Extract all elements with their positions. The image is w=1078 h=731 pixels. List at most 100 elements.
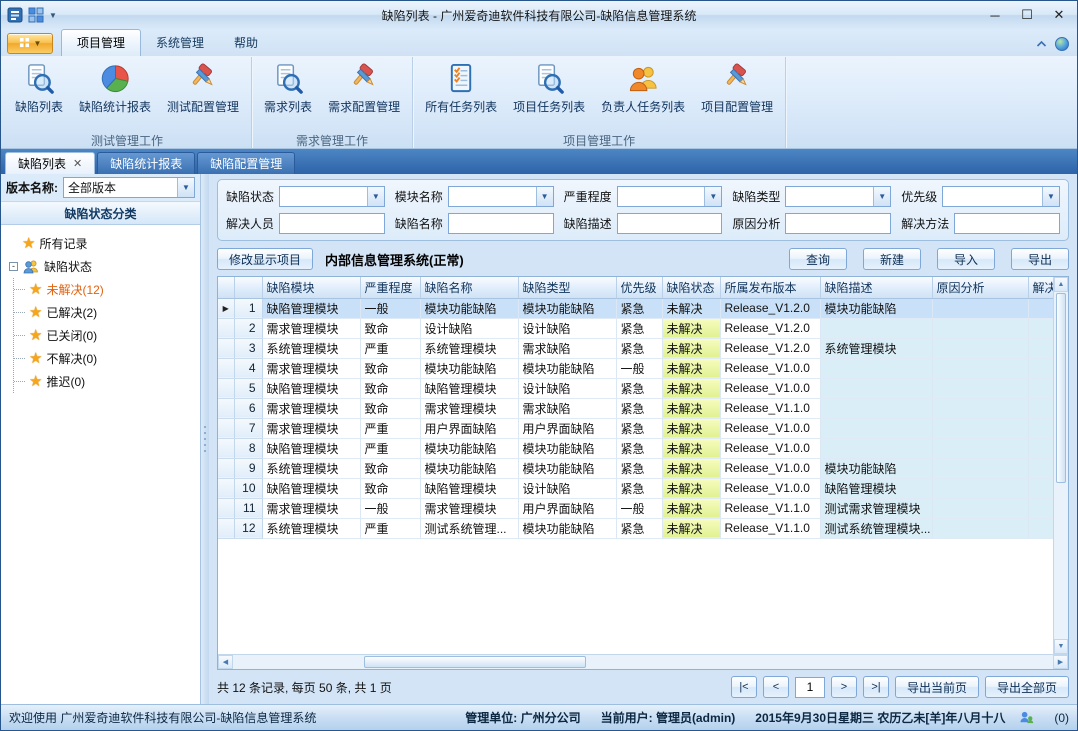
grid-cell: 缺陷管理模块 xyxy=(820,478,932,498)
column-header[interactable]: 严重程度 xyxy=(360,277,420,298)
export-all-pages-button[interactable]: 导出全部页 xyxy=(985,676,1069,698)
layout-icon[interactable] xyxy=(28,7,44,23)
ribbon-tab-help[interactable]: 帮助 xyxy=(219,30,273,56)
table-row[interactable]: ▶1缺陷管理模块一般模块功能缺陷模块功能缺陷紧急未解决Release_V1.2.… xyxy=(218,298,1053,318)
table-row[interactable]: 5缺陷管理模块致命缺陷管理模块设计缺陷紧急未解决Release_V1.0.0 xyxy=(218,378,1053,398)
owner-tasks-button[interactable]: 负责人任务列表 xyxy=(593,59,693,117)
tree-node-status[interactable]: ★已关闭(0) xyxy=(14,324,197,347)
module-name-select[interactable]: ▼ xyxy=(448,186,554,207)
scrollbar-track[interactable] xyxy=(1054,292,1068,639)
chevron-down-icon[interactable]: ▼ xyxy=(177,178,194,197)
new-button[interactable]: 新建 xyxy=(863,248,921,270)
close-button[interactable]: ✕ xyxy=(1043,3,1075,27)
resolver-input[interactable] xyxy=(279,213,385,234)
all-tasks-button[interactable]: 所有任务列表 xyxy=(417,59,505,117)
chevron-down-icon[interactable]: ▼ xyxy=(367,187,384,206)
maximize-button[interactable]: ☐ xyxy=(1011,3,1043,27)
defect-name-input[interactable] xyxy=(448,213,554,234)
vertical-scrollbar[interactable]: ▲ ▼ xyxy=(1053,277,1068,654)
column-header[interactable]: 解决方法 xyxy=(1028,277,1053,298)
project-tasks-button[interactable]: 项目任务列表 xyxy=(505,59,593,117)
scroll-right-icon[interactable]: ▶ xyxy=(1053,655,1068,669)
table-row[interactable]: 2需求管理模块致命设计缺陷设计缺陷紧急未解决Release_V1.2.0 xyxy=(218,318,1053,338)
sidebar-splitter[interactable] xyxy=(201,174,209,704)
column-header[interactable]: 缺陷描述 xyxy=(820,277,932,298)
table-row[interactable]: 3系统管理模块严重系统管理模块需求缺陷紧急未解决Release_V1.2.0系统… xyxy=(218,338,1053,358)
table-row[interactable]: 8缺陷管理模块严重模块功能缺陷模块功能缺陷紧急未解决Release_V1.0.0 xyxy=(218,438,1053,458)
scrollbar-thumb[interactable] xyxy=(364,656,585,668)
scroll-up-icon[interactable]: ▲ xyxy=(1054,277,1068,292)
collapse-ribbon-icon[interactable] xyxy=(1036,37,1047,51)
defect-type-select[interactable]: ▼ xyxy=(785,186,891,207)
cause-analysis-input[interactable] xyxy=(785,213,891,234)
requirement-config-button[interactable]: 需求配置管理 xyxy=(320,59,408,117)
ribbon-tab-system-management[interactable]: 系统管理 xyxy=(141,30,219,56)
table-row[interactable]: 11需求管理模块一般需求管理模块用户界面缺陷一般未解决Release_V1.1.… xyxy=(218,498,1053,518)
page-number-input[interactable] xyxy=(795,677,825,698)
import-button[interactable]: 导入 xyxy=(937,248,995,270)
scroll-left-icon[interactable]: ◀ xyxy=(218,655,233,669)
chevron-down-icon[interactable]: ▼ xyxy=(536,187,553,206)
export-current-page-button[interactable]: 导出当前页 xyxy=(895,676,979,698)
column-header[interactable]: 优先级 xyxy=(616,277,662,298)
tree-node-defect-status[interactable]: -缺陷状态 xyxy=(4,255,197,278)
modify-columns-button[interactable]: 修改显示项目 xyxy=(217,248,313,270)
prev-page-button[interactable]: < xyxy=(763,676,789,698)
tree-node-status[interactable]: ★未解决(12) xyxy=(14,278,197,301)
table-row[interactable]: 7需求管理模块严重用户界面缺陷用户界面缺陷紧急未解决Release_V1.0.0 xyxy=(218,418,1053,438)
table-row[interactable]: 9系统管理模块致命模块功能缺陷模块功能缺陷紧急未解决Release_V1.0.0… xyxy=(218,458,1053,478)
project-config-button[interactable]: 项目配置管理 xyxy=(693,59,781,117)
defect-description-input[interactable] xyxy=(617,213,723,234)
solution-input[interactable] xyxy=(954,213,1060,234)
table-row[interactable]: 6需求管理模块致命需求管理模块需求缺陷紧急未解决Release_V1.1.0 xyxy=(218,398,1053,418)
doc-tab-defect-config[interactable]: 缺陷配置管理 xyxy=(197,152,295,174)
requirement-list-button[interactable]: 需求列表 xyxy=(256,59,320,117)
collapse-icon[interactable]: - xyxy=(9,262,18,271)
defect-status-select[interactable]: ▼ xyxy=(279,186,385,207)
column-header[interactable]: 缺陷模块 xyxy=(262,277,360,298)
scroll-down-icon[interactable]: ▼ xyxy=(1054,639,1068,654)
application-menu-button[interactable]: ▼ xyxy=(7,33,53,54)
column-header[interactable]: 缺陷状态 xyxy=(662,277,720,298)
chevron-down-icon[interactable]: ▼ xyxy=(704,187,721,206)
column-header[interactable]: 所属发布版本 xyxy=(720,277,820,298)
tree-node-status[interactable]: ★已解决(2) xyxy=(14,301,197,324)
filter-label: 缺陷名称 xyxy=(395,215,443,232)
first-page-button[interactable]: |< xyxy=(731,676,757,698)
defect-list-button[interactable]: 缺陷列表 xyxy=(7,59,71,117)
export-button[interactable]: 导出 xyxy=(1011,248,1069,270)
minimize-button[interactable]: ─ xyxy=(979,3,1011,27)
horizontal-scrollbar[interactable]: ◀ ▶ xyxy=(218,654,1068,669)
next-page-button[interactable]: > xyxy=(831,676,857,698)
defect-report-button[interactable]: 缺陷统计报表 xyxy=(71,59,159,117)
scrollbar-thumb[interactable] xyxy=(1056,293,1066,483)
doc-tab-defect-list[interactable]: 缺陷列表 ✕ xyxy=(5,152,95,174)
priority-select[interactable]: ▼ xyxy=(942,186,1060,207)
chevron-down-icon[interactable]: ▼ xyxy=(873,187,890,206)
column-header[interactable]: 缺陷名称 xyxy=(420,277,518,298)
column-header[interactable]: 原因分析 xyxy=(932,277,1028,298)
style-icon[interactable] xyxy=(1055,37,1069,51)
version-select[interactable]: 全部版本 ▼ xyxy=(63,177,195,198)
scrollbar-track[interactable] xyxy=(233,655,1053,669)
table-row[interactable]: 4需求管理模块致命模块功能缺陷模块功能缺陷一般未解决Release_V1.0.0 xyxy=(218,358,1053,378)
test-config-button[interactable]: 测试配置管理 xyxy=(159,59,247,117)
last-page-button[interactable]: >| xyxy=(863,676,889,698)
table-row[interactable]: 12系统管理模块严重测试系统管理...模块功能缺陷紧急未解决Release_V1… xyxy=(218,518,1053,538)
grid-cell: 需求缺陷 xyxy=(518,398,616,418)
tree-node-all-records[interactable]: ★所有记录 xyxy=(4,232,197,255)
tree-node-status[interactable]: ★推迟(0) xyxy=(14,370,197,393)
severity-select[interactable]: ▼ xyxy=(617,186,723,207)
app-logo-icon[interactable] xyxy=(7,7,23,23)
tree-node-status[interactable]: ★不解决(0) xyxy=(14,347,197,370)
doc-tab-defect-report[interactable]: 缺陷统计报表 xyxy=(97,152,195,174)
chevron-down-icon[interactable]: ▼ xyxy=(49,11,57,20)
search-button[interactable]: 查询 xyxy=(789,248,847,270)
column-header[interactable]: 缺陷类型 xyxy=(518,277,616,298)
grid-cell: Release_V1.2.0 xyxy=(720,318,820,338)
close-icon[interactable]: ✕ xyxy=(73,157,82,170)
table-row[interactable]: 10缺陷管理模块致命缺陷管理模块设计缺陷紧急未解决Release_V1.0.0缺… xyxy=(218,478,1053,498)
row-number: 3 xyxy=(234,338,262,358)
ribbon-tab-project-management[interactable]: 项目管理 xyxy=(61,29,141,56)
chevron-down-icon[interactable]: ▼ xyxy=(1042,187,1059,206)
